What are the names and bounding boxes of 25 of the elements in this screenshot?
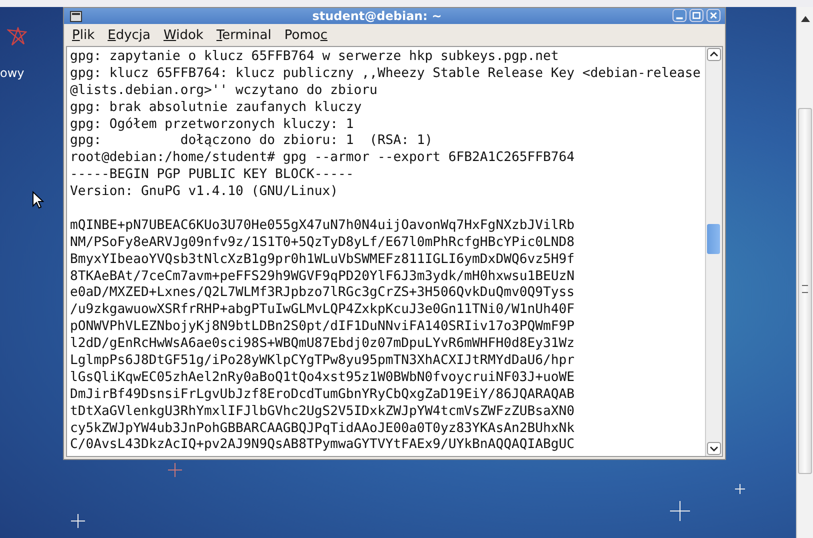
scroll-up-icon[interactable] <box>801 16 810 22</box>
desktop-icon-label[interactable]: owy <box>0 66 24 80</box>
menu-item[interactable]: Edycja <box>104 26 154 44</box>
menu-item[interactable]: Widok <box>160 26 208 44</box>
star-icon <box>70 513 86 529</box>
scroll-up-icon[interactable] <box>707 48 721 61</box>
terminal-output: gpg: zapytanie o klucz 65FFB764 w serwerze hkp subkeys.pgp.net gpg: klucz 65FFB764: klucz publiczny ,,Wheezy Stable Release Key <debian-release @lists.debian.org>'' wczytano do zbioru gpg: brak absolutnie zaufanych kluczy gpg: Ogółem przetworzonych kluczy: 1 gpg: dołączono do zbioru: 1 (RSA: 1) root@debian:/home/student# gpg --armor --export 6FB2A1C265FFB764 -----BEGIN PGP PUBLIC KEY BLOCK----- Version: GnuPG v1.4.10 (GNU/Linux) mQINBE+pN7UBEAC6KUo3U70He055gX47uN7h0N4uijOavonWq7HxFgNXzbJVilRb NM/PSoFy8eARVJg09nfv9z/1S1T0+5QzTyD8yLf/E67l0mPhRcfgHBcYPic0LND8 BmyxYIbeaoYVQsb3tNlcXzB1g9pr0h1WLuVbSWMEFz811IGLI6ymDxDWQ6vz5H9f 8TKAeBAt/7ceCm7avm+peFFS29h9WGVF9qPD20YlF6J3m3ydk/mH0hxwsu1BEUzN e0aD/MXZED+Lxnes/Q2L7WLMf3RJpbzo7lRGc3gCrZS+3H506QvkDuQmv0Q9Tyss /u9zkgawuowXSRfrRHP+abgPTuIwGLMvLQP4ZxkpKcuJ3e0Gn11TNi0/W1nUh40F pONWVPhVLEZNbojyKj8N9btLDBn2S0pt/dIF1DuNNviFA140SRIiv17o3PQWmF9P l2dD/gEnRcHwWsA6ae0sci98S+WBQmU87Ebdj0z07mDpuLYvR6mWHFH0d8Ey31Wz LglmpPs6J8DtGF51g/iPo28yWKlpCYgTPw8yu95pmTN3XhACXIJtRMYdDaU6/hpr lGsQliKqwEC05zhAel2nRy0aBoQ1tQo4xst95z1W0BWbN0fvoycruiNF03J+uoWE DmJirBf49DsnsiFrLgvUbJzf8EroDcdTumGbnYRyCbQxgZaD19EiY/86JQARAQAB tDtXaGVlenkgU3RhYmxlIFJlbGVhc2UgS2V5IDxkZWJpYW4tcmVsZWFzZUBsaXN0 cy5kZWJpYW4ub3JnPohGBBARCAAGBQJPqTidAAoJE00a0T0yz83YKAsAn2BUhxNk C/0AvsL43DkzAcIQ+pv2AJ9N9QsAB8TPymwaGYTVYtFAEx9/UYkBnAQQAQIABgUC <box>69 48 702 454</box>
window-menu-icon[interactable] <box>70 10 82 22</box>
minimize-icon[interactable] <box>672 9 687 22</box>
scrollbar-thumb[interactable] <box>707 224 720 254</box>
menu-item[interactable]: Pomoc <box>280 26 332 44</box>
star-icon <box>669 500 691 522</box>
maximize-icon[interactable] <box>689 9 704 22</box>
star-icon <box>167 462 183 478</box>
menu-item[interactable]: Plik <box>68 26 99 44</box>
scrollbar[interactable] <box>796 7 813 538</box>
menu-item[interactable]: Terminal <box>212 26 276 44</box>
star-icon <box>734 483 746 495</box>
scrollbar[interactable] <box>705 47 722 456</box>
window-title: student@debian: ~ <box>311 9 443 23</box>
scrollbar-thumb[interactable] <box>798 108 812 474</box>
scroll-down-icon[interactable] <box>707 442 721 455</box>
mouse-pointer-icon <box>32 191 44 209</box>
star-icon <box>7 27 27 47</box>
close-icon[interactable] <box>706 9 721 22</box>
